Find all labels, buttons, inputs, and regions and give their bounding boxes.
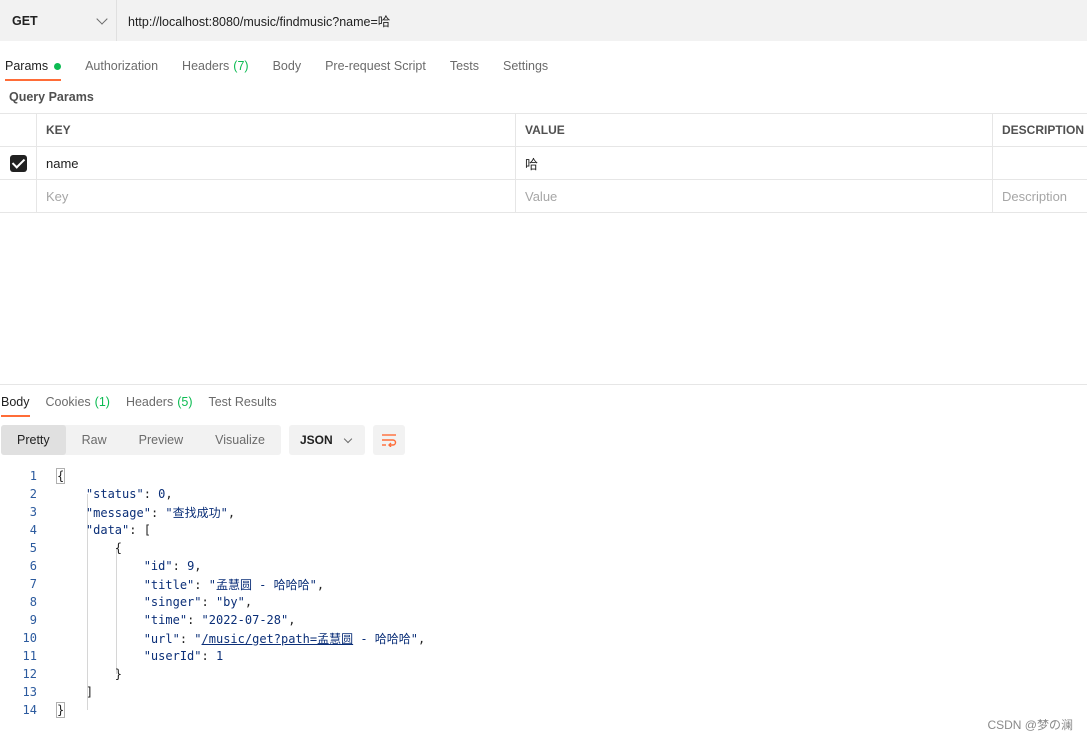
tab-params[interactable]: Params [5,52,62,81]
request-bar: GET http://localhost:8080/music/findmusi… [0,0,1087,41]
param-key-cell[interactable]: name [37,147,516,179]
code-line: 3 "message": "查找成功", [29,505,236,520]
code-line: 4 "data": [ [29,523,151,537]
param-description-cell[interactable] [993,147,1087,179]
code-line: 1{ [29,468,66,484]
watermark: CSDN @梦の澜 [987,718,1073,732]
url-link[interactable]: /music/get?path=孟慧圆 [202,632,354,646]
response-toolbar: Pretty Raw Preview Visualize JSON [1,425,405,455]
method-label: GET [12,13,38,28]
tab-body[interactable]: Body [273,52,302,80]
table-header: KEY VALUE DESCRIPTION [0,113,1087,147]
table-row: name 哈 [0,147,1087,180]
code-line: 2 "status": 0, [29,487,173,501]
format-label: JSON [299,433,333,447]
code-line: 9 "time": "2022-07-28", [29,613,296,627]
url-input[interactable]: http://localhost:8080/music/findmusic?na… [117,0,1087,41]
wrap-lines-button[interactable] [372,425,405,455]
tab-response-body[interactable]: Body [1,388,30,417]
code-line: 5 { [29,541,123,555]
format-select[interactable]: JSON [288,425,365,455]
key-input[interactable]: Key [37,180,516,212]
wrap-lines-icon [381,434,397,447]
query-params-table: KEY VALUE DESCRIPTION name 哈 Key Value D… [0,113,1087,213]
chevron-down-icon [343,434,353,443]
code-line: 10 "url": "/music/get?path=孟慧圆 - 哈哈哈", [22,631,426,646]
query-params-title: Query Params [9,90,94,104]
code-line: 7 "title": "孟慧圆 - 哈哈哈", [29,577,325,592]
view-mode-switcher: Pretty Raw Preview Visualize [1,425,281,455]
param-value-cell[interactable]: 哈 [516,147,993,179]
view-preview[interactable]: Preview [123,425,199,455]
response-body-code[interactable]: 1{ 2 "status": 0, 3 "message": "查找成功", 4… [0,467,426,719]
code-line: 12 } [22,667,123,681]
method-select[interactable]: GET [0,0,117,41]
view-raw[interactable]: Raw [66,425,123,455]
code-line: 11 "userId": 1 [22,649,224,663]
code-line: 6 "id": 9, [29,559,202,573]
view-pretty[interactable]: Pretty [1,425,66,455]
table-row-empty: Key Value Description [0,180,1087,213]
response-divider[interactable] [0,384,1087,385]
tab-tests[interactable]: Tests [450,52,479,80]
tab-pre-request-script[interactable]: Pre-request Script [325,52,426,80]
description-input[interactable]: Description [993,180,1087,212]
col-value-header: VALUE [516,114,993,146]
tab-response-headers[interactable]: Headers (5) [126,388,193,416]
code-line: 14} [22,702,66,718]
tab-headers[interactable]: Headers (7) [182,52,249,80]
col-key-header: KEY [37,114,516,146]
param-enabled-checkbox[interactable] [9,154,27,172]
code-line: 13 ] [22,685,94,699]
tab-authorization[interactable]: Authorization [85,52,158,80]
request-tabs: Params Authorization Headers (7) Body Pre… [0,52,572,82]
code-line: 8 "singer": "by", [29,595,253,609]
response-tabs: Body Cookies (1) Headers (5) Test Results [0,388,293,417]
view-visualize[interactable]: Visualize [199,425,281,455]
tab-cookies[interactable]: Cookies (1) [46,388,110,416]
tab-test-results[interactable]: Test Results [208,388,276,416]
tab-settings[interactable]: Settings [503,52,548,80]
value-input[interactable]: Value [516,180,993,212]
col-description-header: DESCRIPTION [1002,123,1085,137]
active-dot-icon [54,62,62,70]
chevron-down-icon [96,12,108,25]
url-text: http://localhost:8080/music/findmusic?na… [128,15,391,29]
